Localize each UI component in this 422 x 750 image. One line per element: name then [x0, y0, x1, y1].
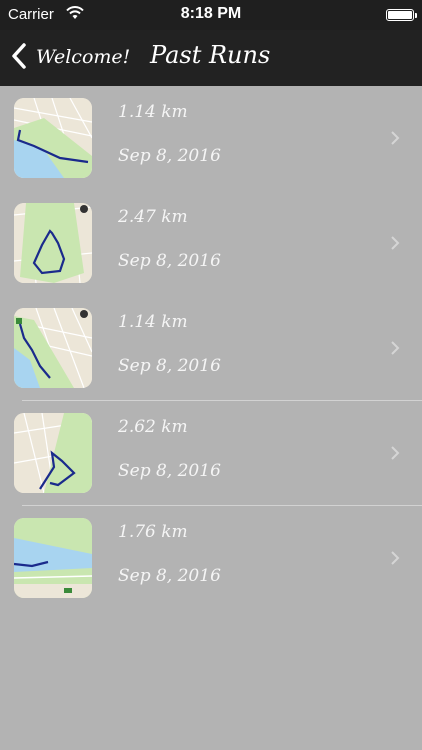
battery-icon — [386, 9, 417, 21]
run-row[interactable]: 1.76 km Sep 8, 2016 — [0, 506, 422, 611]
run-distance: 1.14 km — [118, 102, 188, 122]
run-date: Sep 8, 2016 — [118, 566, 221, 586]
run-row[interactable]: 2.62 km Sep 8, 2016 — [0, 401, 422, 506]
run-row[interactable]: 2.47 km Sep 8, 2016 — [0, 191, 422, 296]
run-row[interactable]: 1.14 km Sep 8, 2016 — [0, 296, 422, 401]
disclosure-chevron-icon — [391, 236, 400, 250]
run-map-thumbnail — [14, 98, 92, 178]
disclosure-chevron-icon — [391, 341, 400, 355]
run-date: Sep 8, 2016 — [118, 356, 221, 376]
status-time: 8:18 PM — [180, 5, 242, 22]
run-row[interactable]: 1.14 km Sep 8, 2016 — [0, 86, 422, 191]
run-map-thumbnail — [14, 413, 92, 493]
back-chevron-icon[interactable] — [10, 42, 28, 70]
run-map-thumbnail — [14, 518, 92, 598]
run-date: Sep 8, 2016 — [118, 146, 221, 166]
status-bar: Carrier 8:18 PM — [0, 0, 422, 30]
run-map-thumbnail — [14, 203, 92, 283]
run-distance: 1.76 km — [118, 522, 188, 542]
run-distance: 2.62 km — [118, 417, 188, 437]
run-map-thumbnail — [14, 308, 92, 388]
run-date: Sep 8, 2016 — [118, 461, 221, 481]
back-button[interactable]: Welcome! — [36, 46, 130, 68]
disclosure-chevron-icon — [391, 446, 400, 460]
run-date: Sep 8, 2016 — [118, 251, 221, 271]
disclosure-chevron-icon — [391, 551, 400, 565]
run-distance: 2.47 km — [118, 207, 188, 227]
navigation-bar: Welcome! Past Runs — [0, 30, 422, 86]
page-title: Past Runs — [150, 41, 271, 69]
run-distance: 1.14 km — [118, 312, 188, 332]
disclosure-chevron-icon — [391, 131, 400, 145]
